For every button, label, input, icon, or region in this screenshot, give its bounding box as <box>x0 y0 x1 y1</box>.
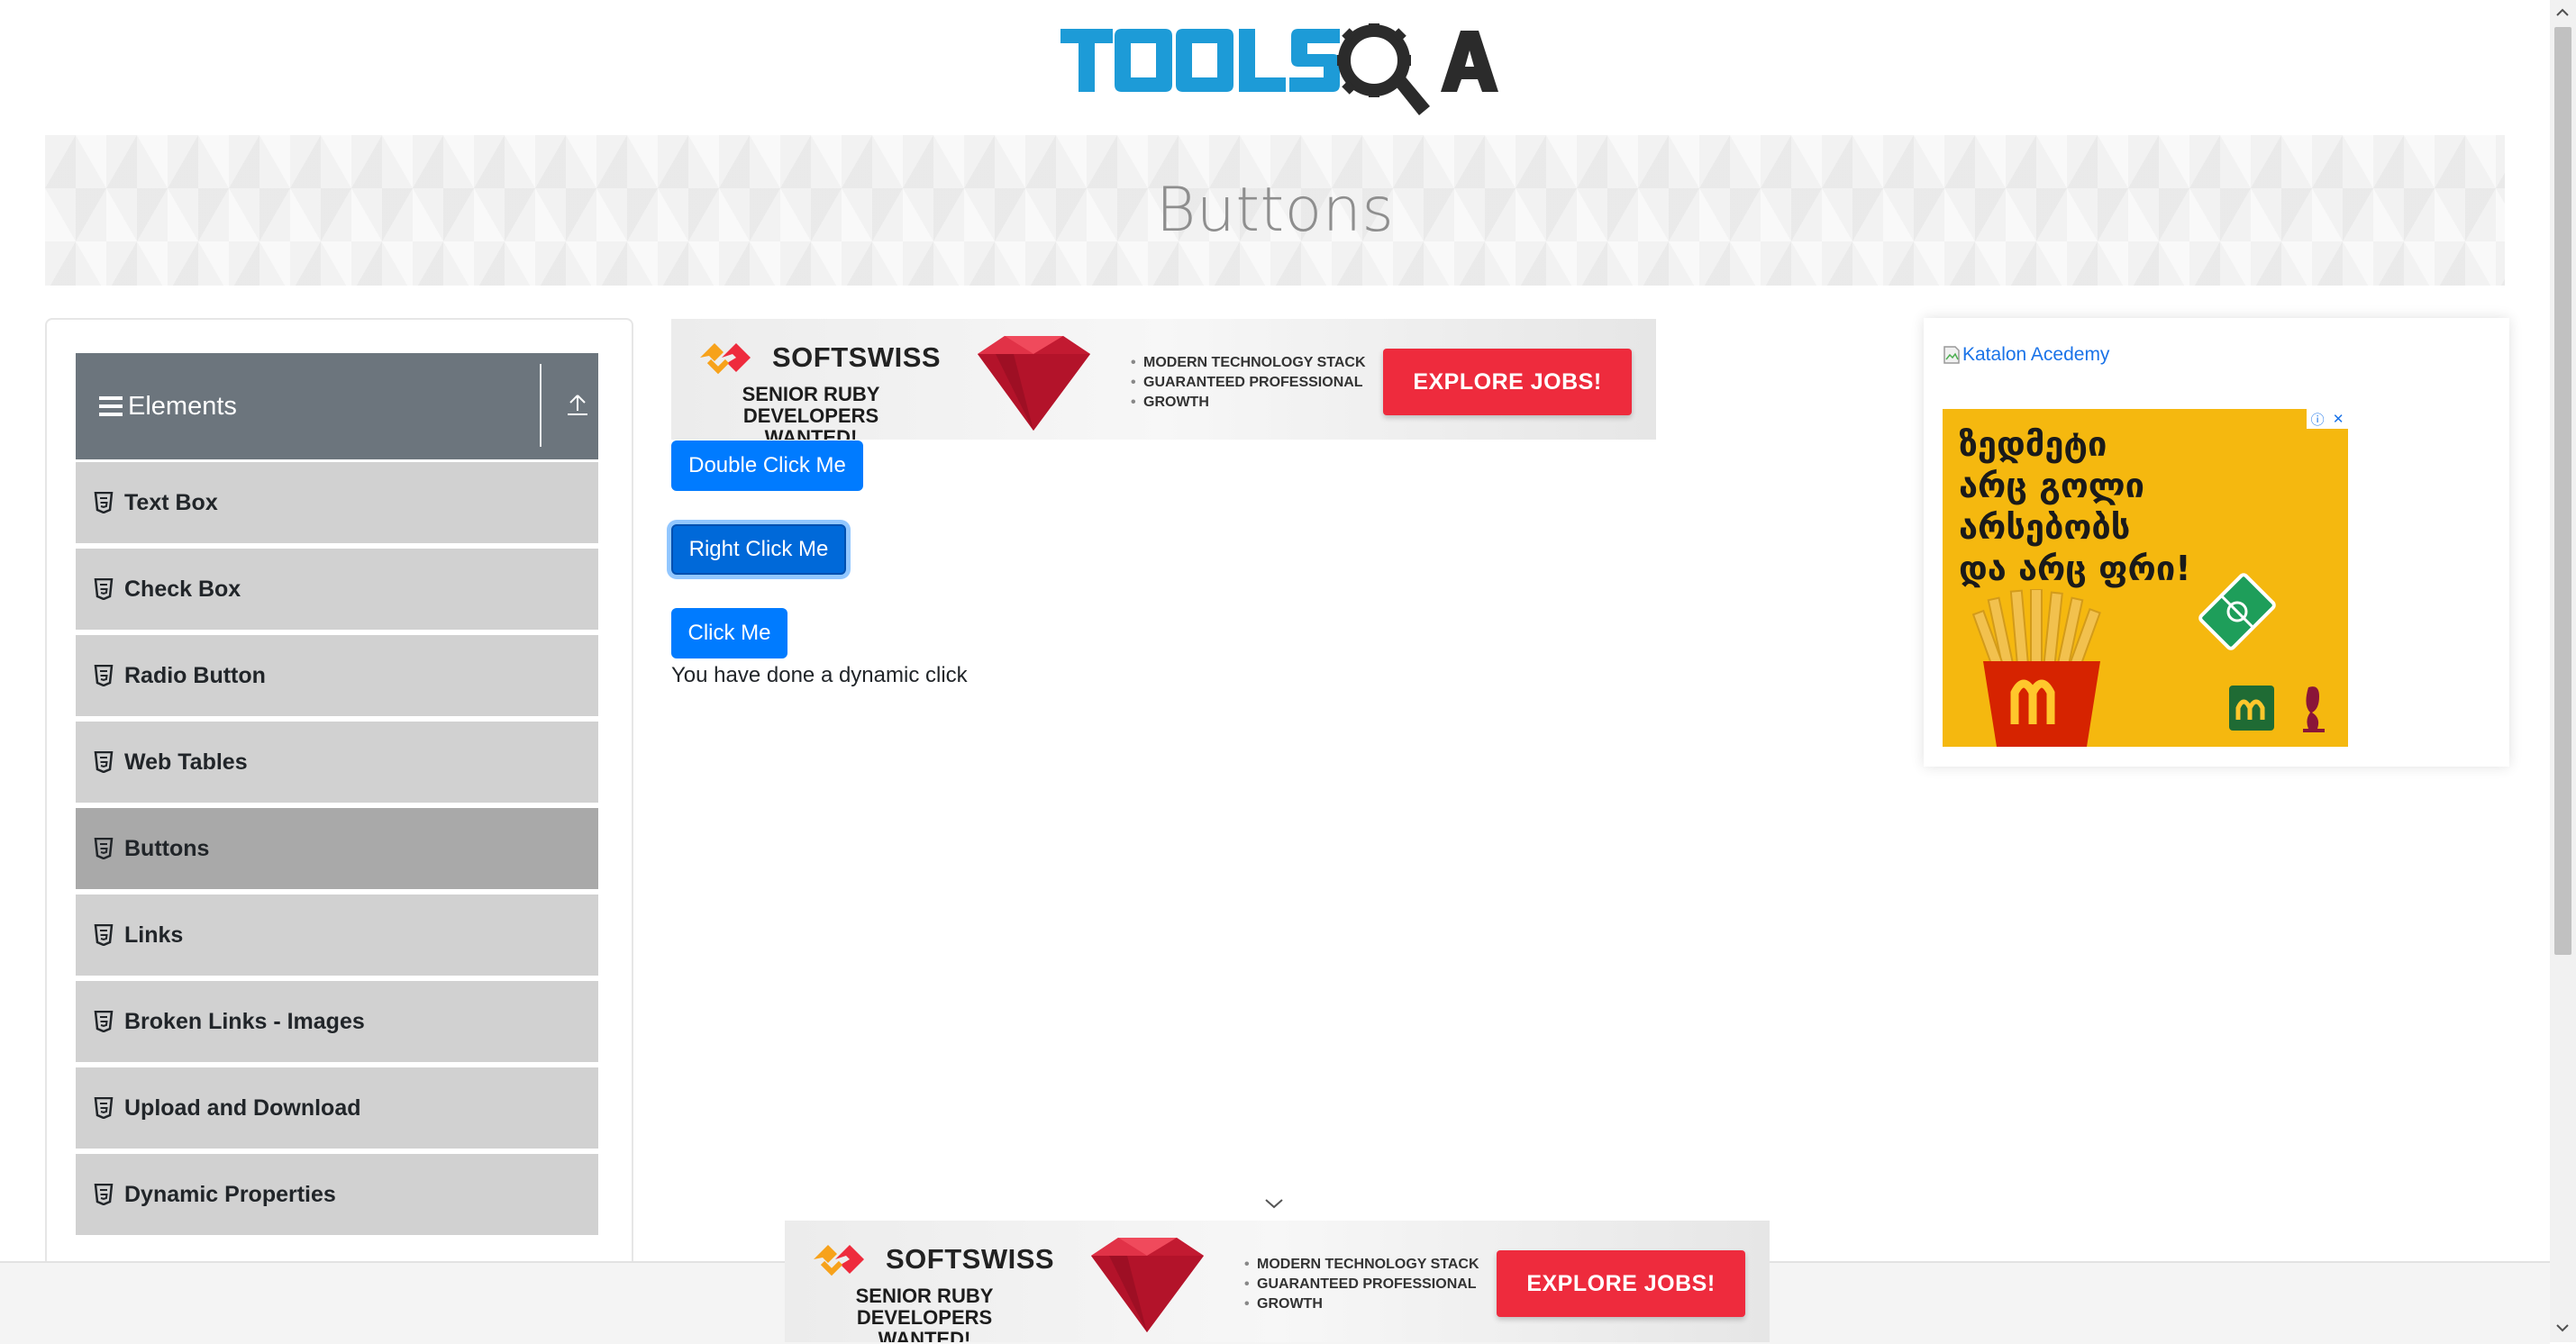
football-pitch-icon <box>2198 573 2276 650</box>
collapse-up-icon[interactable] <box>562 389 593 420</box>
scrollbar-thumb[interactable] <box>2554 27 2571 955</box>
elements-group-header[interactable]: Elements <box>76 353 598 459</box>
html5-icon <box>94 1184 114 1205</box>
adchoices-close[interactable]: ⓘ ✕ <box>2307 409 2348 429</box>
sidebar-item-label: Web Tables <box>124 749 248 775</box>
chevron-down-icon[interactable] <box>1263 1196 1285 1211</box>
toolsqa-logo[interactable] <box>1059 20 1500 123</box>
sidebar-item-upload-download[interactable]: Upload and Download <box>76 1065 598 1149</box>
softswiss-logo-icon <box>700 343 751 375</box>
softswiss-name: SOFTSWISS <box>886 1243 1055 1275</box>
ad-tagline: SENIOR RUBY DEVELOPERS WANTED! <box>742 383 880 440</box>
menu-icon <box>99 396 123 416</box>
explore-jobs-button[interactable]: EXPLORE JOBS! <box>1497 1250 1745 1317</box>
ad-bullets: MODERN TECHNOLOGY STACK GUARANTEED PROFE… <box>1244 1255 1479 1314</box>
world-cup-icon <box>2303 686 2325 732</box>
ruby-gem-icon <box>1091 1238 1204 1332</box>
sidebar-item-buttons[interactable]: Buttons <box>76 805 598 889</box>
close-icon[interactable]: ✕ <box>2333 411 2344 427</box>
softswiss-ad-top[interactable]: SOFTSWISS SENIOR RUBY DEVELOPERS WANTED!… <box>671 319 1656 440</box>
softswiss-brand: SOFTSWISS <box>810 1240 1054 1278</box>
sidebar-item-web-tables[interactable]: Web Tables <box>76 719 598 803</box>
ad-tagline: SENIOR RUBY DEVELOPERS WANTED! <box>855 1285 994 1343</box>
ad-georgian-text: ზედმეტი არც გოლი არსებობს და არც ფრი! <box>1959 424 2191 588</box>
sidebar-item-label: Links <box>124 922 184 948</box>
html5-icon <box>94 578 114 600</box>
softswiss-brand: SOFTSWISS <box>696 339 941 377</box>
ad-bullets: MODERN TECHNOLOGY STACK GUARANTEED PROFE… <box>1131 353 1366 413</box>
mcdonalds-ad[interactable]: ზედმეტი არც გოლი არსებობს და არც ფრი! ⓘ … <box>1943 409 2348 747</box>
header-divider <box>540 364 542 447</box>
right-click-button[interactable]: Right Click Me <box>671 524 846 575</box>
html5-icon <box>94 751 114 773</box>
page-title: Buttons <box>1155 175 1395 246</box>
sidebar-item-dynamic-properties[interactable]: Dynamic Properties <box>76 1151 598 1235</box>
sidebar-item-broken-links[interactable]: Broken Links - Images <box>76 978 598 1062</box>
softswiss-ad-bottom[interactable]: SOFTSWISS SENIOR RUBY DEVELOPERS WANTED!… <box>785 1221 1770 1342</box>
double-click-button[interactable]: Double Click Me <box>671 440 863 491</box>
sidebar-item-label: Text Box <box>124 489 218 515</box>
html5-icon <box>94 1011 114 1032</box>
html5-icon <box>94 838 114 859</box>
softswiss-name: SOFTSWISS <box>772 341 942 373</box>
sidebar-item-text-box[interactable]: Text Box <box>76 459 598 543</box>
html5-icon <box>94 492 114 513</box>
sidebar-item-links[interactable]: Links <box>76 892 598 976</box>
sidebar-item-label: Dynamic Properties <box>124 1181 336 1207</box>
mcdonalds-logo-icon <box>2229 686 2274 731</box>
softswiss-logo-icon <box>814 1245 864 1276</box>
html5-icon <box>94 665 114 686</box>
broken-image-icon <box>1943 346 1960 364</box>
katalon-alt-text: Katalon Acedemy <box>1962 344 2110 365</box>
info-icon[interactable]: ⓘ <box>2311 410 2325 429</box>
html5-icon <box>94 924 114 946</box>
click-me-button[interactable]: Click Me <box>671 608 787 658</box>
scroll-down-arrow-icon[interactable] <box>2553 1321 2571 1335</box>
sidebar-item-label: Check Box <box>124 576 241 602</box>
ruby-gem-icon <box>978 336 1090 431</box>
sidebar-item-label: Radio Button <box>124 662 266 688</box>
html5-icon <box>94 1097 114 1119</box>
sidebar-item-check-box[interactable]: Check Box <box>76 546 598 630</box>
sidebar-item-label: Upload and Download <box>124 1094 361 1121</box>
group-title: Elements <box>128 391 237 421</box>
katalon-ad-link[interactable]: Katalon Acedemy <box>1943 344 2109 366</box>
sidebar-item-label: Broken Links - Images <box>124 1008 365 1034</box>
fries-icon <box>1971 589 2101 747</box>
dynamic-click-message: You have done a dynamic click <box>671 663 968 687</box>
explore-jobs-button[interactable]: EXPLORE JOBS! <box>1383 349 1632 415</box>
page-banner: Buttons <box>45 135 2505 286</box>
scroll-up-arrow-icon[interactable] <box>2553 5 2571 20</box>
sidebar-item-radio-button[interactable]: Radio Button <box>76 632 598 716</box>
sidebar-item-label: Buttons <box>124 835 210 861</box>
